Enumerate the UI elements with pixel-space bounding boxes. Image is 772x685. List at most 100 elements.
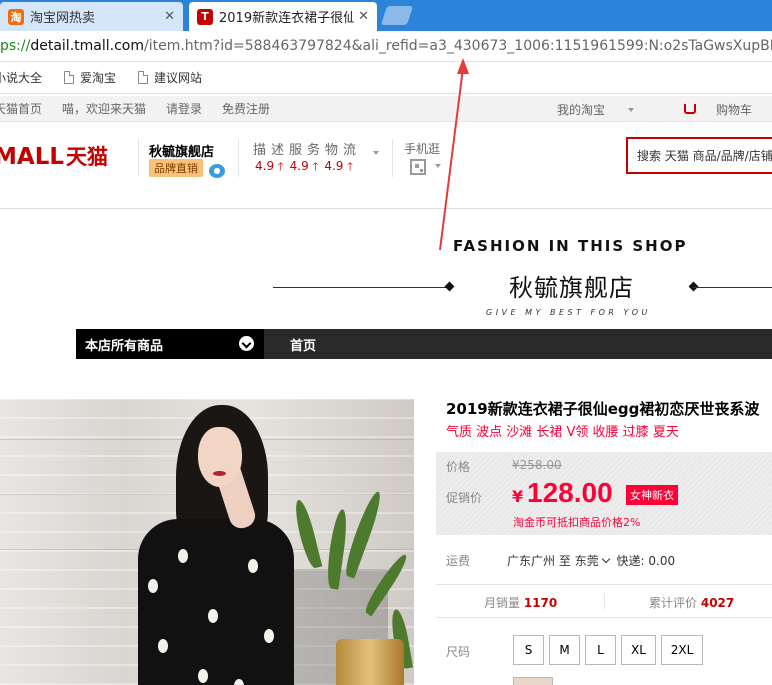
rating-value: 4.9 [324,159,344,173]
promo-price: 128.00 [527,477,613,508]
banner-line-left [273,287,449,288]
size-option-xl[interactable]: XL [621,635,656,665]
polka-dot [198,669,208,683]
nav-tmall-home[interactable]: 天猫首页 [0,100,42,117]
logo-text-en: MALL [0,144,64,170]
polka-dot [148,579,158,593]
banner-tagline-bottom: GIVE MY BEST FOR YOU [486,308,651,317]
bookmark-novels[interactable]: 小说大全 [0,69,42,86]
currency-symbol: ¥ [512,487,524,506]
polka-dot [264,629,274,643]
url-path: /item.htm?id=588463797824&ali_refid=a3_4… [143,38,772,54]
polka-dot [208,609,218,623]
tab-taobao[interactable]: 淘 淘宝网热卖 ✕ [0,2,183,31]
tab-title: 淘宝网热卖 [30,11,96,26]
up-arrow-icon: 🡑 [347,160,353,173]
monthly-sales: 月销量 1170 [484,594,557,611]
address-bar[interactable]: ps://detail.tmall.com/item.htm?id=588463… [0,31,772,62]
total-reviews[interactable]: 累计评价 4027 [649,594,734,611]
product-main-image[interactable] [0,399,414,685]
banner-tagline-top: FASHION IN THIS SHOP [453,237,688,255]
up-arrow-icon: 🡑 [277,160,284,173]
caret-down-icon [627,108,634,112]
diamond-ornament [444,281,455,292]
shop-home-link[interactable]: 首页 [290,329,316,359]
rating-service: 4.9 🡑 [290,158,319,177]
search-input[interactable]: 搜索 天猫 商品/品牌/店铺 [626,137,772,174]
banner-shop-name: 秋毓旗舰店 [509,274,634,302]
tab-tmall-active[interactable]: T 2019新款连衣裙子很仙e ✕ [189,2,377,31]
tmall-favicon-icon: T [197,8,213,25]
cart-icon[interactable] [683,104,696,114]
divider [604,593,605,609]
ship-destination: 东莞 [574,554,599,568]
browser-tab-bar: 淘 淘宝网热卖 ✕ T 2019新款连衣裙子很仙e ✕ [0,0,772,31]
size-option-m[interactable]: M [549,635,580,665]
shipping-label: 运费 [446,554,471,568]
size-option-l[interactable]: L [585,635,616,665]
caret-down-icon [435,164,441,168]
promo-tag-badge: 女神新衣 [626,485,678,505]
rating-value: 4.9 [255,159,275,173]
ratings-dropdown-icon[interactable] [373,151,379,155]
all-products-menu[interactable]: 本店所有商品 [76,329,264,359]
nav-welcome: 喵，欢迎来天猫 [62,102,147,116]
brand-direct-badge: 品牌直销 [149,159,203,177]
chevron-down-icon [239,336,254,351]
rating-description: 4.9 🡑 [255,158,284,177]
divider [392,139,393,177]
logo-text-cn: 天猫 [66,145,108,169]
shop-nav-bar: 本店所有商品 首页 [76,329,772,359]
reviews-value: 4027 [700,596,735,610]
monthly-sales-value: 1170 [523,596,558,610]
page-icon [64,71,75,84]
close-icon[interactable]: ✕ [164,9,175,24]
nav-my-taobao-label: 我的淘宝 [556,102,605,117]
ratings-label: 描述服务物流 [253,143,362,158]
new-tab-button[interactable] [380,6,414,25]
reviews-label: 累计评价 [649,596,698,610]
nav-cart[interactable]: 购物车 [716,101,752,118]
banner-line-right [693,287,772,288]
color-thumbnail[interactable] [513,677,553,685]
shop-header: MALL 天猫 秋毓旗舰店 品牌直销 ● 描述服务物流 4.9 🡑 4.9 🡑 … [0,123,772,209]
bookmark-ai-taobao[interactable]: 爱淘宝 [64,69,116,86]
rating-logistics: 4.9 🡑 [324,158,353,177]
shop-name-link[interactable]: 秋毓旗舰店 [149,141,214,160]
bookmarks-bar: 小说大全 爱淘宝 建议网站 [0,62,772,94]
url-scheme: ps:// [0,38,31,54]
all-products-label: 本店所有商品 [85,338,164,354]
original-price: ¥258.00 [512,458,562,472]
nav-login[interactable]: 请登录 [166,100,202,117]
site-nav: 天猫首页 喵，欢迎来天猫 请登录 免费注册 我的淘宝 购物车 [0,96,772,122]
ratings-values: 4.9 🡑 4.9 🡑 4.9 🡑 [255,158,353,177]
plant-leaf [341,489,385,579]
mobile-shop-label[interactable]: 手机逛 [404,140,440,157]
bookmark-label: 爱淘宝 [80,71,117,85]
shop-banner: FASHION IN THIS SHOP 秋毓旗舰店 GIVE MY BEST … [0,210,772,329]
model-lips [213,471,226,476]
rating-value: 4.9 [289,159,309,173]
bookmark-suggested-sites[interactable]: 建议网站 [138,69,202,86]
size-option-s[interactable]: S [513,635,544,665]
ship-destination-select[interactable]: 东莞 [575,552,613,569]
product-title: 2019新款连衣裙子很仙egg裙初恋厌世丧系波 [446,400,760,418]
close-icon[interactable]: ✕ [358,9,369,24]
size-label: 尺码 [446,645,471,659]
sales-stats: 月销量 1170 累计评价 4027 [436,584,772,618]
tmall-logo[interactable]: MALL 天猫 [0,141,108,171]
promo-price-label: 促销价 [446,491,483,505]
size-option-2xl[interactable]: 2XL [661,635,703,665]
tab-title: 2019新款连衣裙子很仙e [219,11,355,26]
taobao-favicon-icon: 淘 [8,8,24,25]
ship-from: 广东广州 [507,554,556,568]
taobao-coin-note: 淘金币可抵扣商品价格2% [513,516,641,529]
search-placeholder: 搜索 天猫 商品/品牌/店铺 [637,149,772,163]
nav-my-taobao[interactable]: 我的淘宝 [557,101,654,118]
bookmark-label: 建议网站 [154,71,203,85]
chat-bubble-icon[interactable]: ● [209,164,225,178]
nav-register[interactable]: 免费注册 [222,100,270,117]
qr-code-icon[interactable] [410,159,426,175]
model-dress [138,519,294,685]
ship-cost: 快递: 0.00 [616,554,676,568]
